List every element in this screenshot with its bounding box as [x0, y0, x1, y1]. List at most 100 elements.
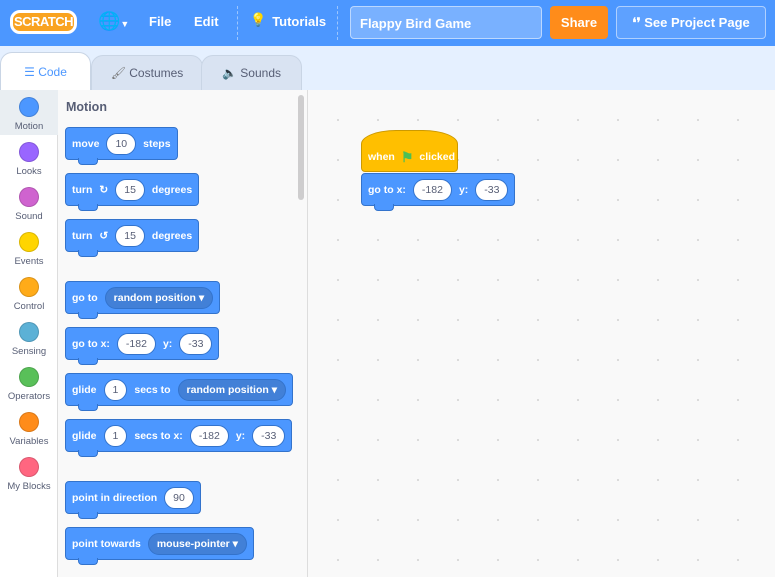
category-sensing[interactable]: Sensing — [0, 315, 58, 360]
y-input[interactable]: -33 — [179, 332, 213, 355]
block-text: go to x: — [72, 337, 110, 350]
see-project-label: See Project Page — [644, 15, 750, 30]
block-text: degrees — [151, 229, 193, 242]
category-color-icon — [19, 277, 39, 297]
degrees-input[interactable]: 15 — [115, 178, 145, 201]
share-button[interactable]: Share — [550, 6, 608, 39]
point-towards-block[interactable]: point towards mouse-pointer ▾ — [65, 527, 254, 565]
block-text: secs to x: — [134, 429, 183, 442]
category-label: Looks — [16, 166, 42, 177]
block-text: secs to — [134, 383, 171, 396]
category-operators[interactable]: Operators — [0, 360, 58, 405]
category-color-icon — [19, 142, 39, 162]
category-control[interactable]: Control — [0, 270, 58, 315]
category-sound[interactable]: Sound — [0, 180, 58, 225]
divider — [237, 6, 238, 40]
see-project-icon: ❛❜ — [632, 15, 645, 30]
block-text: y: — [162, 337, 173, 350]
lightbulb-icon: 💡 — [250, 12, 267, 27]
direction-input[interactable]: 90 — [164, 486, 194, 509]
category-label: Sound — [15, 211, 43, 222]
category-label: Variables — [9, 436, 49, 447]
tab-sounds[interactable]: 🔈 Sounds — [201, 55, 302, 91]
tutorials-button[interactable]: 💡 Tutorials — [250, 12, 326, 32]
category-label: Events — [14, 256, 44, 267]
target-dropdown[interactable]: mouse-pointer ▾ — [147, 532, 247, 555]
category-motion[interactable]: Motion — [0, 90, 58, 135]
category-looks[interactable]: Looks — [0, 135, 58, 180]
tab-bar: ☰ Code 🖌 Costumes 🔈 Sounds — [0, 46, 775, 91]
dropdown-value: mouse-pointer — [156, 537, 230, 550]
project-title-input[interactable]: Flappy Bird Game — [350, 6, 542, 39]
category-color-icon — [19, 412, 39, 432]
block-text: turn — [72, 229, 93, 242]
category-variables[interactable]: Variables — [0, 405, 58, 450]
go-to-block[interactable]: go to random position ▾ — [65, 281, 221, 319]
file-menu[interactable]: File — [149, 14, 171, 29]
target-dropdown[interactable]: random position ▾ — [177, 378, 286, 401]
block-text: steps — [143, 137, 171, 150]
see-project-page-button[interactable]: ❛❜ See Project Page — [616, 6, 766, 39]
block-text: y: — [458, 183, 469, 196]
turn-left-block[interactable]: turn ↺ 15 degrees — [65, 219, 200, 257]
category-events[interactable]: Events — [0, 225, 58, 270]
when-flag-clicked-block[interactable]: when ⚑ clicked — [361, 130, 458, 172]
degrees-input[interactable]: 15 — [115, 224, 145, 247]
rotate-left-icon: ↺ — [99, 229, 109, 242]
category-color-icon — [19, 367, 39, 387]
category-color-icon — [19, 322, 39, 342]
secs-input[interactable]: 1 — [103, 424, 128, 447]
y-input[interactable]: -33 — [475, 178, 509, 201]
divider — [337, 6, 338, 40]
block-text: turn — [72, 183, 93, 196]
category-label: Sensing — [11, 346, 47, 357]
tab-label: Code — [38, 65, 67, 79]
block-text: glide — [72, 383, 97, 396]
block-text: go to — [72, 291, 98, 304]
glide-block[interactable]: glide 1 secs to random position ▾ — [65, 373, 293, 411]
tab-label: Sounds — [240, 66, 281, 80]
x-input[interactable]: -182 — [412, 178, 452, 201]
category-label: Operators — [7, 391, 51, 402]
move-steps-block[interactable]: move 10 steps — [65, 127, 178, 165]
palette-heading: Motion — [66, 100, 107, 114]
tab-costumes[interactable]: 🖌 Costumes — [91, 55, 203, 91]
secs-input[interactable]: 1 — [103, 378, 128, 401]
block-text: when — [368, 151, 395, 163]
block-text: degrees — [151, 183, 193, 196]
go-to-xy-block[interactable]: go to x: -182 y: -33 — [65, 327, 220, 365]
menu-bar: SCRATCH 🌐▼ File Edit 💡 Tutorials Flappy B… — [0, 0, 775, 46]
steps-input[interactable]: 10 — [106, 132, 137, 155]
block-text: clicked — [419, 151, 456, 163]
point-in-direction-block[interactable]: point in direction 90 — [65, 481, 201, 519]
y-input[interactable]: -33 — [252, 424, 286, 447]
block-text: y: — [235, 429, 246, 442]
category-color-icon — [19, 97, 39, 117]
block-text: point towards — [72, 537, 141, 550]
scratch-logo[interactable]: SCRATCH — [10, 10, 77, 34]
green-flag-icon: ⚑ — [400, 149, 414, 165]
tab-code[interactable]: ☰ Code — [0, 52, 91, 91]
tutorials-label: Tutorials — [272, 14, 327, 29]
turn-right-block[interactable]: turn ↻ 15 degrees — [65, 173, 200, 211]
category-menu: Motion Looks Sound Events Control Sensing Oper… — [0, 90, 58, 577]
language-button[interactable]: 🌐▼ — [98, 11, 129, 32]
block-text: move — [72, 137, 100, 150]
block-text: point in direction — [72, 491, 158, 504]
category-my-blocks[interactable]: My Blocks — [0, 450, 58, 495]
workspace-go-to-xy-block[interactable]: go to x: -182 y: -33 — [361, 173, 516, 211]
category-label: My Blocks — [7, 481, 51, 492]
glide-xy-block[interactable]: glide 1 secs to x: -182 y: -33 — [65, 419, 293, 457]
target-dropdown[interactable]: random position ▾ — [104, 286, 214, 309]
palette-scrollbar[interactable] — [298, 95, 304, 200]
brush-icon: 🖌 — [110, 66, 126, 80]
dropdown-value: random position — [186, 383, 269, 396]
tab-label: Costumes — [129, 66, 184, 80]
edit-menu[interactable]: Edit — [194, 14, 219, 29]
rotate-right-icon: ↻ — [99, 183, 109, 196]
x-input[interactable]: -182 — [189, 424, 229, 447]
block-text: glide — [72, 429, 97, 442]
category-label: Control — [13, 301, 45, 312]
speaker-icon: 🔈 — [222, 66, 237, 80]
x-input[interactable]: -182 — [116, 332, 156, 355]
